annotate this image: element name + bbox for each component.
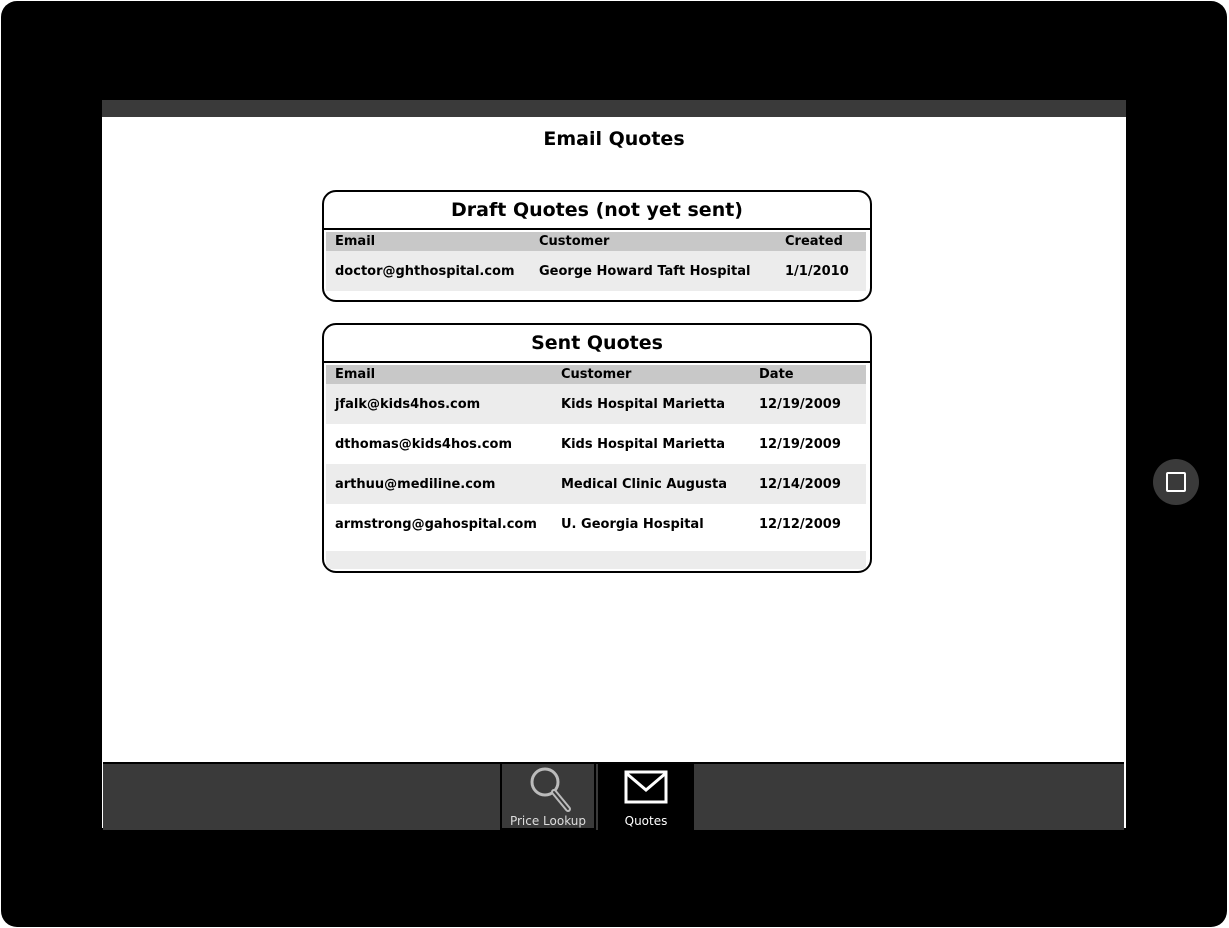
tab-quotes[interactable]: Quotes <box>598 764 694 830</box>
search-icon <box>530 767 571 812</box>
cell-date: 12/19/2009 <box>750 384 866 424</box>
cell-customer: Kids Hospital Marietta <box>552 384 750 424</box>
column-header-created: Created <box>776 232 866 251</box>
column-header-customer: Customer <box>552 365 750 384</box>
cell-created: 1/1/2010 <box>776 251 866 291</box>
table-empty-row <box>326 551 866 569</box>
table-row[interactable]: armstrong@gahospital.com U. Georgia Hosp… <box>326 504 866 544</box>
sent-quotes-title: Sent Quotes <box>324 325 870 363</box>
cell-email: armstrong@gahospital.com <box>326 504 552 544</box>
table-row[interactable]: doctor@ghthospital.com George Howard Taf… <box>326 251 866 291</box>
cell-date: 12/12/2009 <box>750 504 866 544</box>
cell-customer: U. Georgia Hospital <box>552 504 750 544</box>
tab-price-lookup[interactable]: Price Lookup <box>500 764 596 830</box>
draft-quotes-title: Draft Quotes (not yet sent) <box>324 192 870 230</box>
tab-bar: Price Lookup Quotes <box>103 762 1124 830</box>
table-header-row: Email Customer Date <box>326 365 866 384</box>
envelope-icon <box>624 770 668 804</box>
sent-quotes-table: Email Customer Date jfalk@kids4hos.com K… <box>326 365 866 544</box>
home-button[interactable] <box>1153 459 1199 505</box>
column-header-email: Email <box>326 232 530 251</box>
cell-email: arthuu@mediline.com <box>326 464 552 504</box>
table-row[interactable]: arthuu@mediline.com Medical Clinic Augus… <box>326 464 866 504</box>
column-header-date: Date <box>750 365 866 384</box>
square-icon <box>1166 472 1186 492</box>
draft-quotes-panel: Draft Quotes (not yet sent) Email Custom… <box>322 190 872 302</box>
tab-label: Price Lookup <box>509 814 587 828</box>
table-row[interactable]: dthomas@kids4hos.com Kids Hospital Marie… <box>326 424 866 464</box>
cell-customer: Kids Hospital Marietta <box>552 424 750 464</box>
cell-customer: Medical Clinic Augusta <box>552 464 750 504</box>
cell-email: dthomas@kids4hos.com <box>326 424 552 464</box>
sent-quotes-panel: Sent Quotes Email Customer Date jfalk@ki… <box>322 323 872 573</box>
cell-email: jfalk@kids4hos.com <box>326 384 552 424</box>
app-screen: Email Quotes Draft Quotes (not yet sent)… <box>102 100 1126 828</box>
table-row[interactable]: jfalk@kids4hos.com Kids Hospital Mariett… <box>326 384 866 424</box>
cell-customer: George Howard Taft Hospital <box>530 251 776 291</box>
cell-email: doctor@ghthospital.com <box>326 251 530 291</box>
status-bar <box>102 100 1126 117</box>
cell-date: 12/14/2009 <box>750 464 866 504</box>
page-title: Email Quotes <box>543 128 685 150</box>
cell-date: 12/19/2009 <box>750 424 866 464</box>
column-header-email: Email <box>326 365 552 384</box>
column-header-customer: Customer <box>530 232 776 251</box>
draft-quotes-table: Email Customer Created doctor@ghthospita… <box>326 232 866 291</box>
table-header-row: Email Customer Created <box>326 232 866 251</box>
tab-label: Quotes <box>624 814 668 828</box>
